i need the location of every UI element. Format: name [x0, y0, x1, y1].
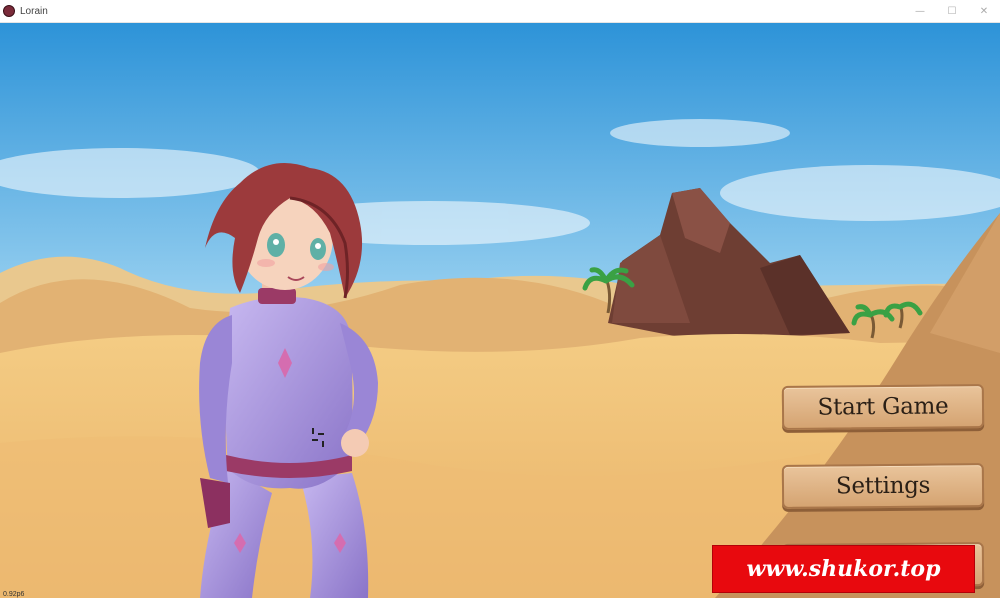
settings-button[interactable]: Settings	[781, 463, 985, 509]
app-icon	[3, 5, 15, 17]
background-art	[0, 23, 1000, 598]
close-button[interactable]: ✕	[968, 0, 1000, 23]
title-bar: Lorain — ☐ ✕	[0, 0, 1000, 23]
watermark-banner: www.shukor.top	[713, 546, 974, 592]
start-game-button[interactable]: Start Game	[781, 384, 985, 430]
game-window: Lorain — ☐ ✕ Start Game Settings www.shu…	[0, 0, 1000, 598]
minimize-button[interactable]: —	[904, 0, 936, 23]
window-title: Lorain	[20, 5, 48, 17]
window-controls: — ☐ ✕	[904, 0, 1000, 23]
maximize-button[interactable]: ☐	[936, 0, 968, 23]
version-label: 0.92p6	[3, 591, 25, 598]
desert-scene: Start Game Settings www.shukor.top 0.92p…	[0, 23, 1000, 598]
